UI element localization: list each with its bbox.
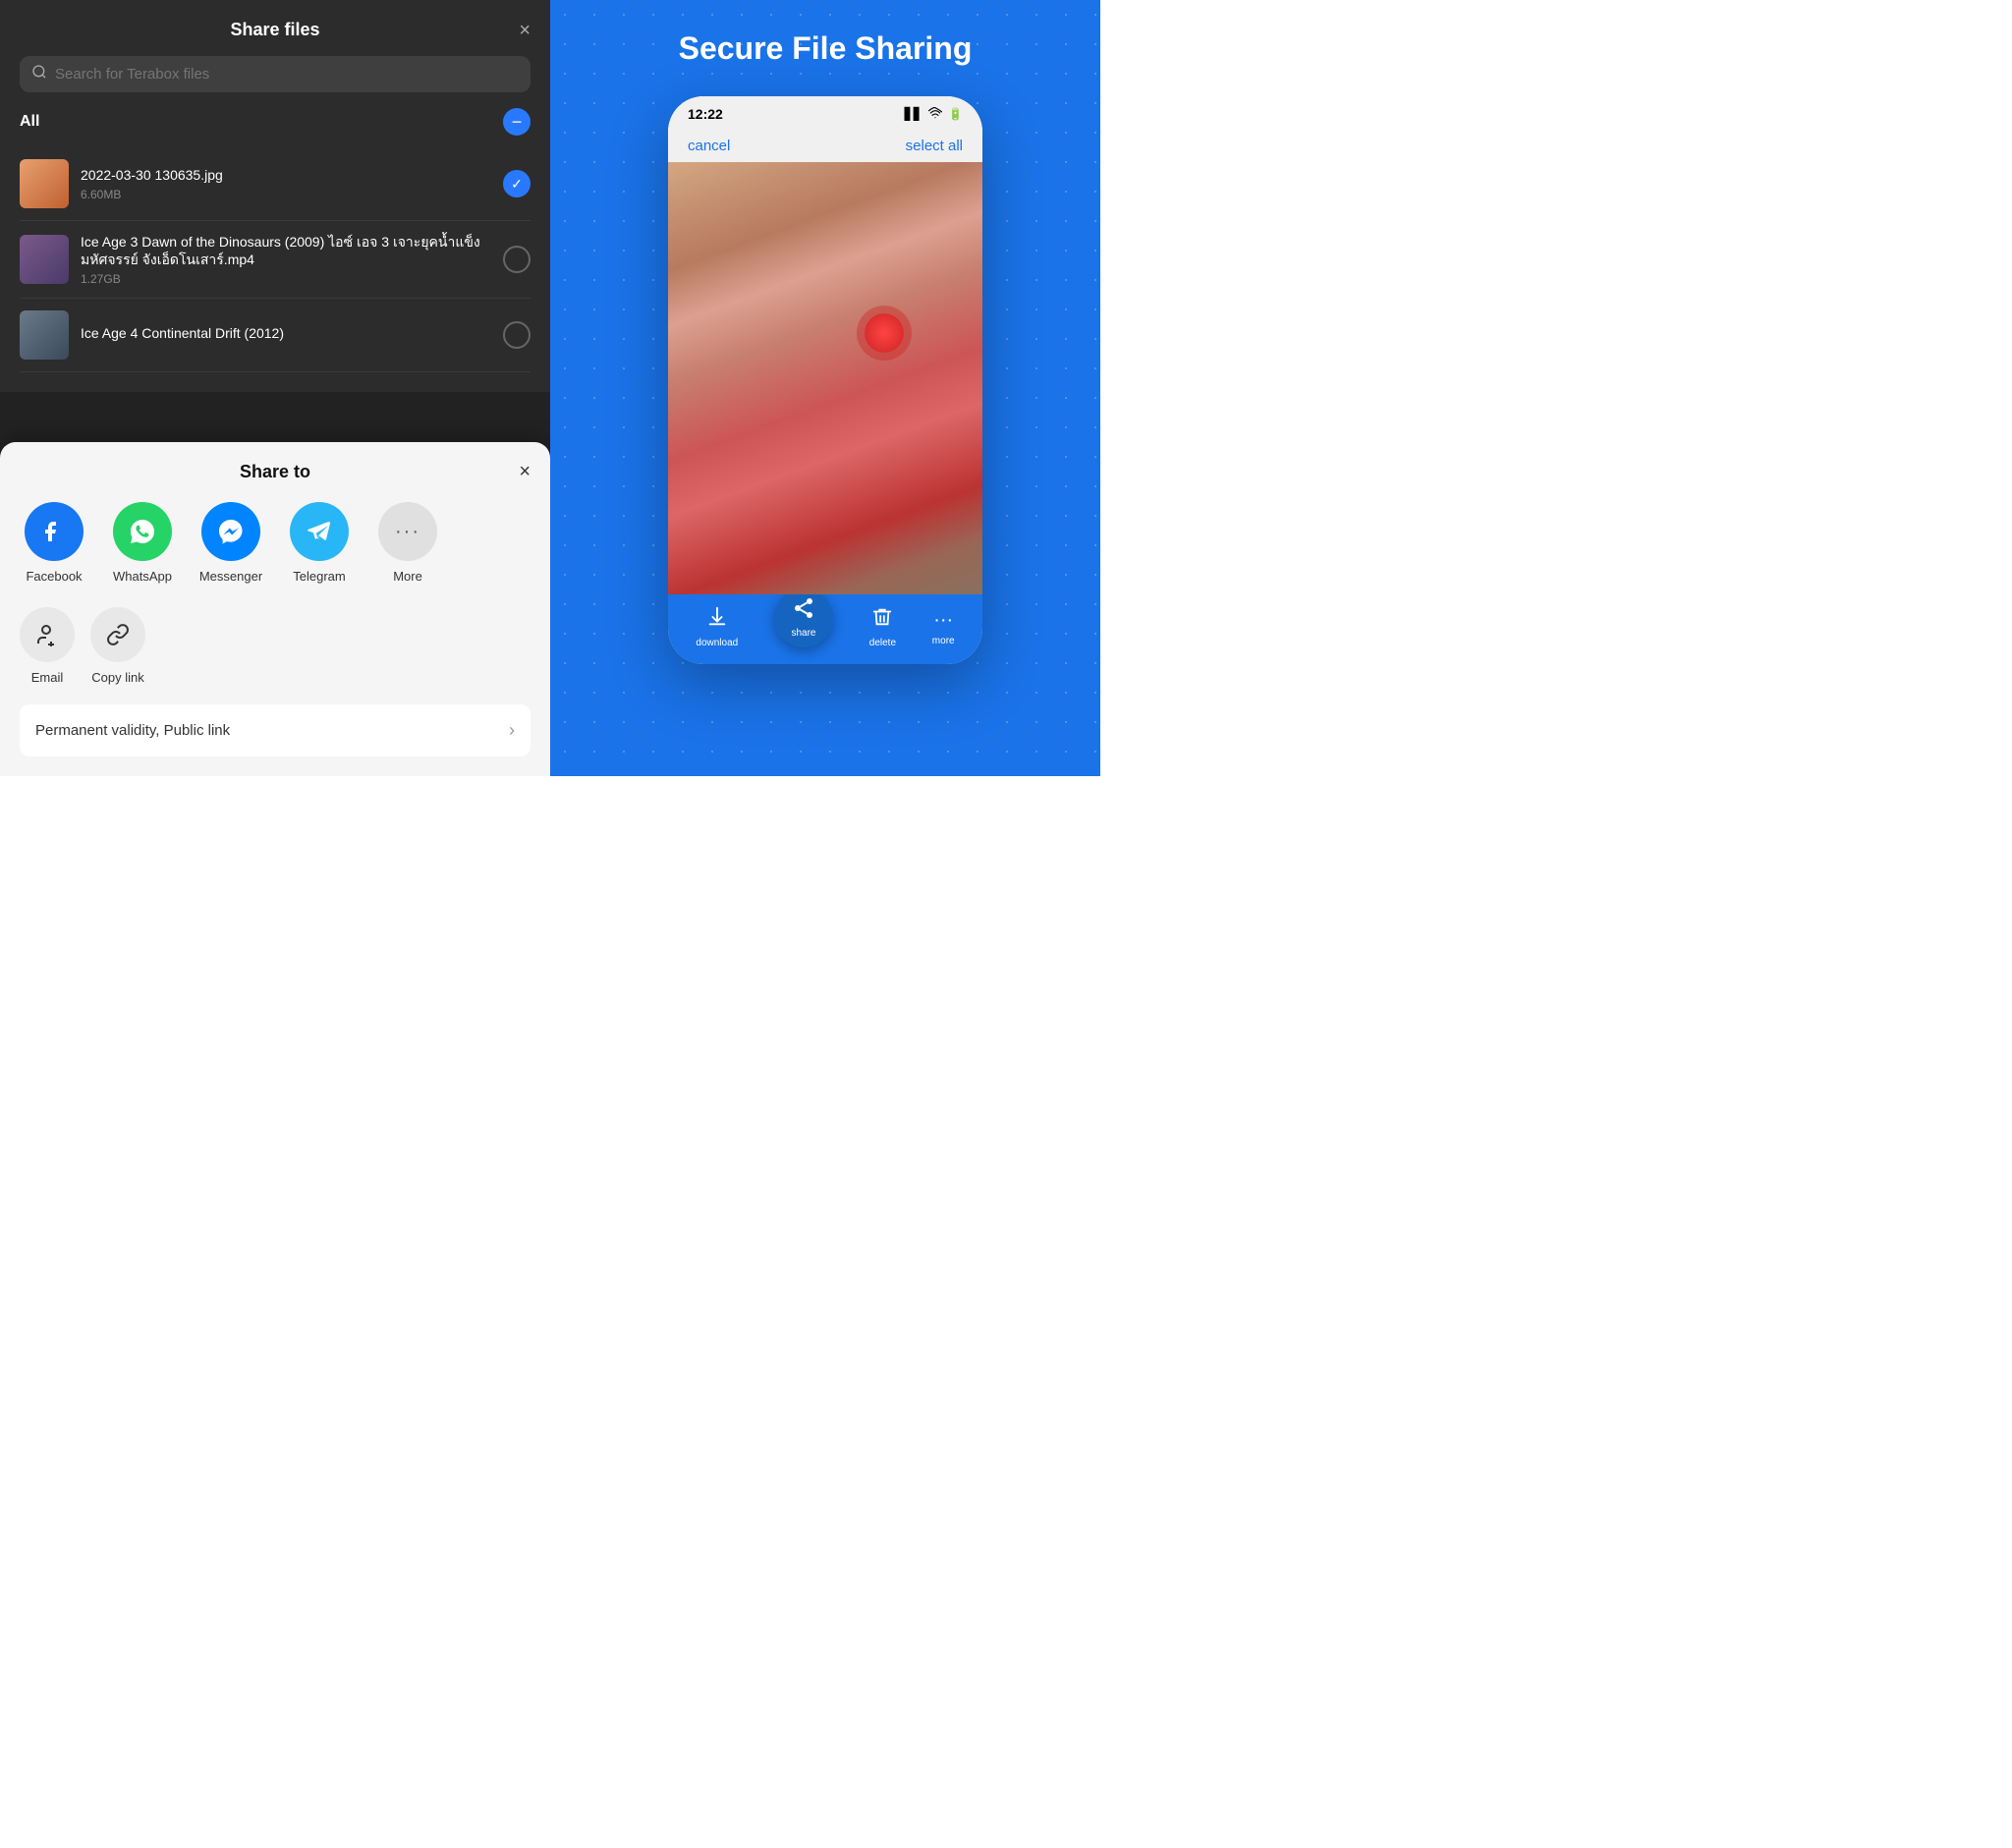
share-label: share — [791, 628, 815, 639]
page-title: Secure File Sharing — [679, 29, 973, 67]
phone-status-icons: ▋▋ 🔋 — [905, 107, 963, 122]
file-thumbnail — [20, 310, 69, 360]
file-info: Ice Age 3 Dawn of the Dinosaurs (2009) ไ… — [81, 233, 503, 286]
share-files-close-button[interactable]: × — [519, 20, 531, 42]
table-row[interactable]: Ice Age 3 Dawn of the Dinosaurs (2009) ไ… — [20, 221, 531, 299]
phone-time: 12:22 — [688, 106, 723, 122]
download-label: download — [696, 638, 738, 648]
file-checkbox[interactable] — [503, 170, 531, 197]
file-info: 2022-03-30 130635.jpg 6.60MB — [81, 166, 503, 201]
right-panel: Secure File Sharing 12:22 ▋▋ 🔋 cancel se… — [550, 0, 1100, 776]
share-app-facebook[interactable]: Facebook — [20, 502, 88, 584]
facebook-icon — [25, 502, 84, 561]
search-bar — [20, 56, 531, 92]
share-app-more[interactable]: ··· More — [373, 502, 442, 584]
messenger-label: Messenger — [199, 569, 262, 584]
share-app-telegram[interactable]: Telegram — [285, 502, 354, 584]
phone-more-button[interactable]: ··· more — [932, 609, 955, 646]
share-app-whatsapp[interactable]: WhatsApp — [108, 502, 177, 584]
phone-select-all-button[interactable]: select all — [906, 138, 963, 154]
table-row[interactable]: Ice Age 4 Continental Drift (2012) — [20, 299, 531, 372]
phone-share-button[interactable]: share — [774, 588, 833, 647]
copy-link-icon — [90, 607, 145, 662]
modal-header: Share files × — [20, 20, 531, 40]
email-label: Email — [31, 670, 64, 685]
all-header: All − — [20, 108, 531, 136]
share-apps-row: Facebook WhatsApp Messenger — [20, 502, 531, 584]
more-label: More — [393, 569, 422, 584]
file-checkbox[interactable] — [503, 321, 531, 349]
file-info: Ice Age 4 Continental Drift (2012) — [81, 324, 503, 346]
permanent-link-text: Permanent validity, Public link — [35, 722, 230, 739]
telegram-icon — [290, 502, 349, 561]
phone-status-bar: 12:22 ▋▋ 🔋 — [668, 96, 982, 130]
share-to-sheet: Share to × Facebook W — [0, 442, 550, 776]
delete-icon — [871, 606, 893, 634]
share-files-title: Share files — [230, 20, 319, 40]
signal-icon: ▋▋ — [905, 107, 922, 121]
phone-bottom-bar: download share — [668, 594, 982, 664]
phone-mockup: 12:22 ▋▋ 🔋 cancel select all — [668, 96, 982, 664]
file-thumbnail — [20, 235, 69, 284]
left-panel: Share files × All − 2022-03-30 130635.jp — [0, 0, 550, 776]
email-icon — [20, 607, 75, 662]
file-size: 1.27GB — [81, 272, 503, 286]
file-checkbox[interactable] — [503, 246, 531, 273]
phone-download-button[interactable]: download — [696, 606, 738, 648]
share-to-close-button[interactable]: × — [519, 461, 531, 483]
file-thumbnail — [20, 159, 69, 208]
battery-icon: 🔋 — [948, 107, 963, 121]
telegram-label: Telegram — [293, 569, 345, 584]
sheet-header: Share to × — [20, 462, 531, 482]
file-name: 2022-03-30 130635.jpg — [81, 166, 503, 184]
phone-image — [668, 162, 982, 594]
more-apps-icon: ··· — [378, 502, 437, 561]
share-second-row: Email Copy link — [20, 607, 531, 685]
facebook-label: Facebook — [26, 569, 82, 584]
phone-cancel-button[interactable]: cancel — [688, 138, 730, 154]
search-icon — [31, 64, 47, 84]
share-action-copy-link[interactable]: Copy link — [90, 607, 145, 685]
delete-label: delete — [869, 638, 896, 648]
file-size: 6.60MB — [81, 188, 503, 201]
search-input[interactable] — [55, 66, 519, 83]
wifi-icon — [928, 107, 942, 122]
table-row[interactable]: 2022-03-30 130635.jpg 6.60MB — [20, 147, 531, 221]
download-icon — [706, 606, 728, 634]
portrait-photo — [668, 162, 982, 594]
permanent-link-row[interactable]: Permanent validity, Public link › — [20, 704, 531, 756]
chevron-right-icon: › — [509, 720, 515, 741]
share-app-messenger[interactable]: Messenger — [196, 502, 265, 584]
messenger-icon — [201, 502, 260, 561]
copy-link-label: Copy link — [91, 670, 143, 685]
more-label: more — [932, 636, 955, 646]
share-action-email[interactable]: Email — [20, 607, 75, 685]
file-list: 2022-03-30 130635.jpg 6.60MB Ice Age 3 D… — [20, 147, 531, 372]
select-all-toggle[interactable]: − — [503, 108, 531, 136]
share-files-modal: Share files × All − 2022-03-30 130635.jp — [0, 0, 550, 392]
share-icon — [792, 596, 815, 626]
share-to-title: Share to — [240, 462, 310, 482]
all-label: All — [20, 113, 39, 131]
more-icon: ··· — [933, 609, 953, 632]
file-name: Ice Age 3 Dawn of the Dinosaurs (2009) ไ… — [81, 233, 503, 268]
file-name: Ice Age 4 Continental Drift (2012) — [81, 324, 503, 342]
phone-delete-button[interactable]: delete — [869, 606, 896, 648]
whatsapp-icon — [113, 502, 172, 561]
phone-nav-bar: cancel select all — [668, 130, 982, 162]
whatsapp-label: WhatsApp — [113, 569, 172, 584]
